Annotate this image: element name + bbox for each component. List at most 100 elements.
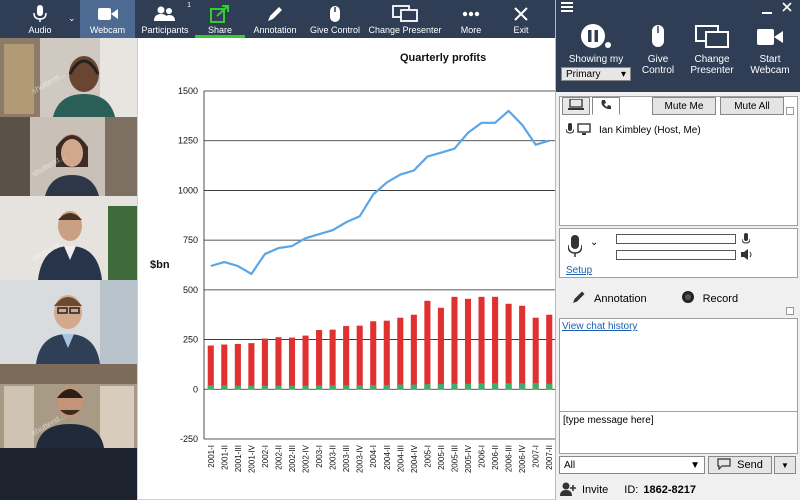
add-person-icon[interactable] bbox=[560, 482, 576, 499]
send-options-dropdown[interactable]: ▼ bbox=[774, 456, 796, 474]
y-tick-label: 1000 bbox=[178, 185, 198, 195]
more-label: More bbox=[460, 25, 482, 35]
minimize-icon[interactable] bbox=[762, 5, 772, 17]
mute-me-button[interactable]: Mute Me bbox=[652, 97, 716, 115]
participant-name: Ian Kimbley (Host, Me) bbox=[599, 125, 701, 136]
panel-give-control-line1: Give bbox=[647, 54, 669, 65]
hamburger-menu-icon[interactable] bbox=[561, 2, 573, 15]
bar-red bbox=[410, 314, 417, 390]
audio-button[interactable]: Audio ⌄ bbox=[0, 0, 80, 38]
invite-button[interactable]: Invite bbox=[582, 484, 608, 496]
x-tick-label: 2001-I bbox=[207, 445, 216, 468]
change-presenter-button[interactable]: Change Presenter bbox=[365, 0, 445, 38]
more-button[interactable]: More bbox=[445, 0, 497, 38]
share-button[interactable]: Share bbox=[195, 0, 245, 38]
monitors-icon bbox=[392, 4, 418, 23]
annotation-button[interactable]: Annotation bbox=[245, 0, 305, 38]
x-tick-label: 2005-I bbox=[423, 445, 432, 468]
annotation-toggle[interactable]: Annotation bbox=[594, 293, 647, 305]
x-tick-label: 2006-IV bbox=[518, 444, 527, 473]
bar-red bbox=[356, 325, 363, 390]
bar-green bbox=[316, 385, 323, 390]
bar-red bbox=[478, 296, 485, 390]
bar-green bbox=[532, 382, 539, 390]
bar-green bbox=[221, 385, 228, 390]
x-tick-label: 2006-II bbox=[491, 445, 500, 470]
expand-icon[interactable] bbox=[786, 307, 794, 315]
bar-red bbox=[451, 296, 458, 390]
video-tile[interactable]: shutterst... bbox=[0, 117, 137, 201]
showing-my-button[interactable]: Showing my Primary ▾ bbox=[556, 22, 636, 81]
bar-green bbox=[288, 385, 296, 390]
x-tick-label: 2007-I bbox=[532, 445, 541, 468]
chart-canvas: -250 0 250 500 750 1000 1250 1500 2001-I 2001-II 2… bbox=[178, 86, 556, 473]
video-tile[interactable] bbox=[0, 280, 137, 364]
primary-screen-select[interactable]: Primary ▾ bbox=[561, 67, 631, 81]
video-tile[interactable]: shutterst... bbox=[0, 364, 137, 448]
y-tick-label: 1250 bbox=[178, 136, 198, 146]
start-webcam-button[interactable]: Start Webcam bbox=[744, 22, 796, 81]
send-label: Send bbox=[737, 459, 763, 471]
panel-change-presenter-button[interactable]: Change Presenter bbox=[680, 22, 744, 81]
bar-red bbox=[275, 337, 282, 390]
audio-mode-tabs bbox=[562, 97, 622, 115]
bar-green bbox=[356, 385, 363, 390]
video-tile[interactable]: shutterst... bbox=[0, 196, 137, 280]
x-tick-label: 2002-III bbox=[288, 445, 297, 472]
panel-change-presenter-line2: Presenter bbox=[690, 65, 734, 76]
x-tick-label: 2005-II bbox=[437, 445, 446, 470]
meeting-id-label: ID: bbox=[624, 484, 639, 496]
bar-red bbox=[492, 296, 499, 390]
y-tick-label: -250 bbox=[180, 434, 198, 444]
participant-video-4 bbox=[0, 280, 137, 364]
speaker-level-bar bbox=[616, 250, 736, 260]
chat-recipient-select[interactable]: All ▼ bbox=[559, 456, 705, 474]
pencil-icon[interactable] bbox=[572, 290, 586, 307]
bar-green bbox=[464, 383, 472, 390]
tab-phone-audio[interactable] bbox=[592, 97, 620, 115]
participants-button[interactable]: Participants 1 bbox=[135, 0, 195, 38]
mouse-icon bbox=[651, 22, 665, 52]
share-arrow-icon bbox=[210, 4, 230, 23]
x-tick-label: 2002-I bbox=[261, 445, 270, 468]
dropdown-arrow-icon: ▼ bbox=[690, 459, 700, 471]
mute-all-button[interactable]: Mute All bbox=[720, 97, 784, 115]
bar-green bbox=[519, 383, 526, 390]
microphone-icon[interactable] bbox=[567, 235, 583, 260]
expand-icon[interactable] bbox=[786, 107, 794, 115]
close-panel-icon[interactable] bbox=[782, 2, 792, 15]
bar-green bbox=[207, 385, 214, 390]
audio-device-dropdown-icon[interactable]: ⌄ bbox=[590, 237, 598, 248]
give-control-button[interactable]: Give Control bbox=[305, 0, 365, 38]
microphone-icon bbox=[565, 123, 575, 138]
change-presenter-label: Change Presenter bbox=[368, 25, 442, 35]
bar-green bbox=[370, 384, 377, 390]
chat-message-input[interactable]: [type message here] bbox=[560, 411, 797, 453]
audio-dropdown-caret-icon[interactable]: ⌄ bbox=[68, 13, 78, 24]
record-toggle[interactable]: Record bbox=[703, 293, 738, 305]
more-dots-icon bbox=[462, 4, 480, 23]
bar-green bbox=[343, 385, 350, 390]
exit-button[interactable]: Exit bbox=[497, 0, 545, 38]
bar-green bbox=[478, 383, 485, 390]
x-tick-label: 2003-II bbox=[329, 445, 338, 470]
bar-green bbox=[302, 385, 309, 390]
send-button[interactable]: Send bbox=[708, 456, 772, 474]
close-icon bbox=[514, 4, 528, 23]
x-tick-label: 2004-I bbox=[369, 445, 378, 468]
bar-green bbox=[234, 385, 241, 390]
record-icon[interactable] bbox=[681, 290, 695, 307]
panel-give-control-line2: Control bbox=[641, 65, 675, 76]
bar-red bbox=[207, 345, 214, 390]
x-tick-label: 2003-IV bbox=[356, 444, 365, 473]
view-chat-history-link[interactable]: View chat history bbox=[562, 321, 637, 332]
chat-placeholder: [type message here] bbox=[563, 415, 654, 426]
participant-row[interactable]: Ian Kimbley (Host, Me) bbox=[565, 123, 701, 138]
video-tile[interactable]: shutterst... bbox=[0, 38, 137, 122]
setup-link[interactable]: Setup bbox=[566, 265, 592, 276]
webcam-button[interactable]: Webcam bbox=[80, 0, 135, 38]
tab-computer-audio[interactable] bbox=[562, 97, 590, 115]
bar-red bbox=[519, 305, 526, 390]
panel-give-control-button[interactable]: Give Control bbox=[636, 22, 680, 81]
mic-level-bar bbox=[616, 234, 736, 244]
